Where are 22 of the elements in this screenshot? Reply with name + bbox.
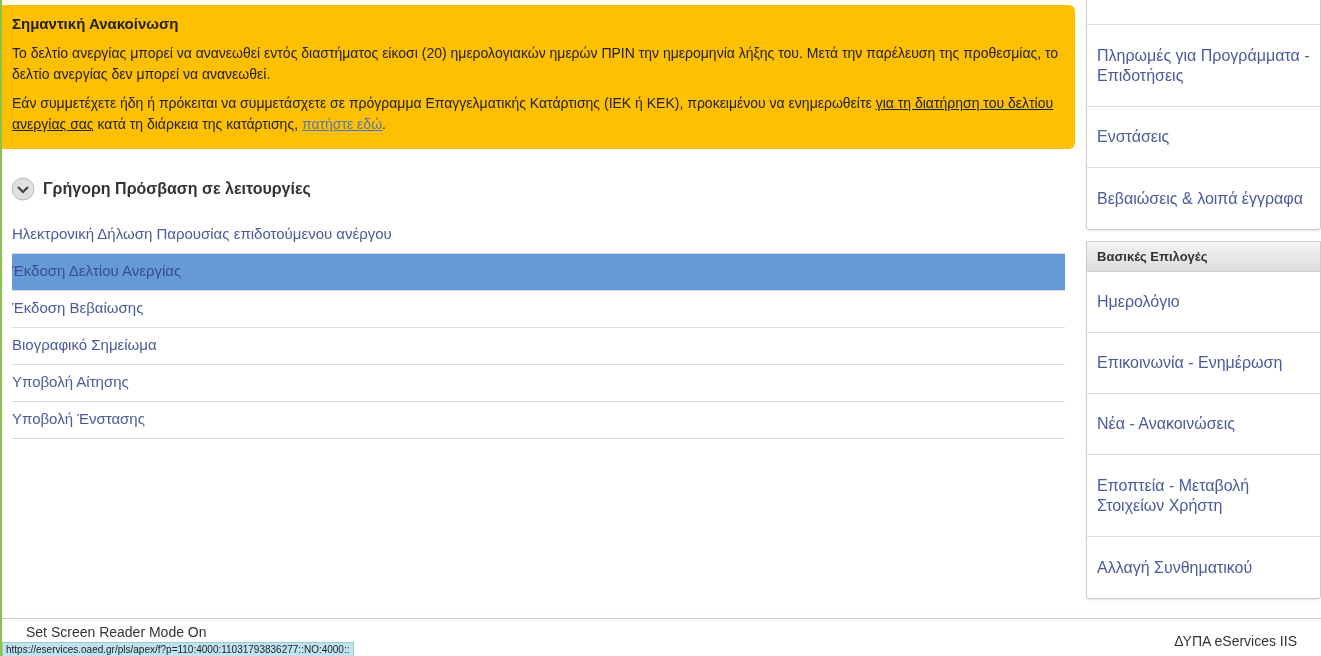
sidebar-link[interactable]: Ενστάσεις (1087, 107, 1320, 168)
notice-text: Εάν συμμετέχετε ήδη ή πρόκειται να συμμετάσχετε σε πρόγραμμα Επαγγελματικής Κατάρτισης (ΙΕΚ ή ΚΕΚ), προκειμένου να ενημερωθείτε για τη διατήρηση του δελτίου ανεργίας σας κατά τη διάρκεια της κατάρτισης, πατήστε εδώ. (12, 93, 1055, 134)
sidebar-link[interactable]: Πληρωμές για Προγράμματα - Επιδοτήσεις (1087, 25, 1320, 107)
sidebar-link[interactable]: Εποπτεία - Μεταβολή Στοιχείων Χρήστη (1087, 455, 1320, 537)
collapse-toggle-icon[interactable] (11, 176, 35, 201)
sidebar-link[interactable]: Επικοινωνία - Ενημέρωση (1087, 333, 1320, 394)
footer-text: ΔΥΠΑ eServices IIS (1174, 632, 1297, 651)
url-tooltip: https://eservices.oaed.gr/pls/apex/f?p=110:4000:11031793836277::NO:4000:: (2, 642, 354, 656)
quick-access-item[interactable]: Ηλεκτρονική Δήλωση Παρουσίας επιδοτούμενου ανέργου (12, 216, 1065, 254)
sidebar-link[interactable]: Βεβαιώσεις & λοιπά έγγραφα (1087, 168, 1320, 229)
notice-text: Το δελτίο ανεργίας μπορεί να ανανεωθεί εντός διαστήματος είκοσι (20) ημερολογιακών ημερών ΠΡΙΝ την ημερομηνία λήξης του. Μετά την παρέλευση της προθεσμίας, το δελτίο ανεργίας δεν μπορεί να ανανεωθεί. (12, 43, 1060, 84)
panel-header: Βασικές Επιλογές (1087, 242, 1320, 272)
screen-reader-link[interactable]: Set Screen Reader Mode On (26, 624, 207, 640)
sidebar-link[interactable]: Ημερολόγιο (1087, 272, 1320, 333)
quick-access-item[interactable]: Υποβολή Αίτησης (12, 364, 1065, 402)
sidebar-link[interactable]: Αλλαγή Συνθηματικού (1087, 537, 1320, 598)
section-title: Γρήγορη Πρόσβαση σε λειτουργίες (43, 178, 311, 199)
quick-access-item[interactable]: Έκδοση Βεβαίωσης (12, 290, 1065, 328)
sidebar-link[interactable]: Νέα - Ανακοινώσεις (1087, 394, 1320, 455)
quick-access-item[interactable]: Υποβολή Ένστασης (12, 401, 1065, 439)
notice-title: Σημαντική Ανακοίνωση (12, 14, 180, 34)
quick-access-item[interactable]: Βιογραφικό Σημείωμα (12, 327, 1065, 365)
